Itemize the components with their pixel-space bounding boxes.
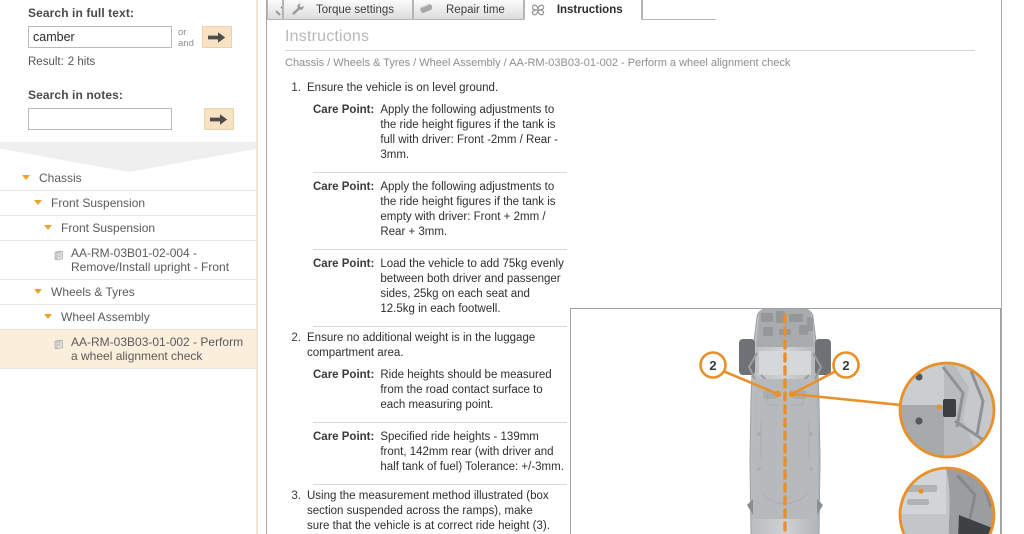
notes-search-submit-button[interactable] bbox=[204, 108, 234, 130]
caret-down-icon[interactable] bbox=[44, 221, 57, 230]
svg-text:2: 2 bbox=[842, 358, 849, 373]
tree-item[interactable]: AA-RM-03B03-01-002 - Perform a wheel ali… bbox=[0, 330, 256, 369]
page-header: Instructions Chassis / Wheels & Tyres / … bbox=[267, 20, 1001, 79]
caret-down-icon[interactable] bbox=[34, 285, 47, 294]
tab-instructions[interactable]: Instructions bbox=[523, 0, 642, 20]
tree-item-label: Front Suspension bbox=[51, 196, 146, 210]
instruction-step: 1. Ensure the vehicle is on level ground.… bbox=[285, 79, 1001, 329]
care-point-text: Apply the following adjustments to the r… bbox=[380, 181, 556, 238]
fulltext-search-input[interactable] bbox=[28, 26, 172, 48]
caret-down-icon[interactable] bbox=[44, 310, 57, 319]
tab-bar-filler bbox=[641, 0, 716, 20]
care-point-label: Care Point: bbox=[313, 181, 375, 193]
result-hits: 2 hits bbox=[67, 56, 96, 68]
step-row: 1. Ensure the vehicle is on level ground. bbox=[285, 79, 1001, 96]
callout-marker: 2 bbox=[699, 351, 727, 379]
tree-item-label: Wheels & Tyres bbox=[51, 285, 135, 299]
step-text: Ensure the vehicle is on level ground. bbox=[307, 82, 499, 94]
notes-search-row bbox=[28, 108, 256, 130]
breadcrumb: Chassis / Wheels & Tyres / Wheel Assembl… bbox=[285, 57, 791, 69]
tab-label: Repair time bbox=[446, 3, 505, 16]
care-point-label: Care Point: bbox=[313, 431, 375, 443]
tree-item-label: AA-RM-03B03-01-002 - Perform a wheel ali… bbox=[71, 335, 244, 363]
tree-item[interactable]: Wheels & Tyres bbox=[0, 280, 256, 305]
care-point-label: Care Point: bbox=[313, 369, 375, 381]
care-point-label: Care Point: bbox=[313, 104, 375, 116]
tree-item-label: AA-RM-03B01-02-004 - Remove/Install upri… bbox=[71, 246, 230, 274]
tab-repair-time[interactable]: Repair time bbox=[413, 0, 524, 20]
search-result-status: Result: 2 hits bbox=[28, 49, 256, 68]
step-number: 3. bbox=[291, 490, 301, 502]
header-divider bbox=[285, 50, 975, 51]
vehicle-underside-diagram: 2 2 bbox=[571, 309, 1000, 534]
tree-item[interactable]: Front Suspension bbox=[0, 191, 256, 216]
caret-down-icon[interactable] bbox=[22, 171, 35, 180]
arrow-right-icon bbox=[210, 113, 228, 126]
tab-label: Torque settings bbox=[316, 3, 394, 16]
care-point-text: Ride heights should be measured from the… bbox=[380, 369, 552, 411]
tree-item[interactable]: AA-RM-03B01-02-004 - Remove/Install upri… bbox=[0, 241, 256, 280]
step-number: 2. bbox=[291, 332, 301, 344]
tree-item-label: Front Suspension bbox=[61, 221, 156, 235]
tree-item[interactable]: Wheel Assembly bbox=[0, 305, 256, 330]
fulltext-search-label: Search in full text: bbox=[28, 6, 135, 20]
tree-item-label: Wheel Assembly bbox=[61, 310, 150, 324]
document-icon bbox=[54, 246, 67, 266]
care-point-group: Care Point: Apply the following adjustmen… bbox=[313, 96, 1001, 327]
tab-overflow-left[interactable] bbox=[267, 0, 283, 20]
tree-item[interactable]: Chassis bbox=[0, 166, 256, 191]
page-title: Instructions bbox=[285, 28, 370, 45]
step-number: 1. bbox=[291, 82, 301, 94]
tab-torque-settings[interactable]: Torque settings bbox=[283, 0, 413, 20]
tab-bar: Torque settings Repair time Instructions bbox=[267, 0, 1001, 20]
application-window: Search in full text: or and Result:2 hit… bbox=[0, 0, 1024, 534]
care-point: Care Point: Apply the following adjustmen… bbox=[313, 96, 567, 173]
and-or-operator-labels: or and bbox=[178, 26, 200, 49]
care-point-text: Apply the following adjustments to the r… bbox=[380, 104, 558, 161]
document-icon bbox=[54, 335, 67, 355]
care-point-text: Specified ride heights - 139mm front, 14… bbox=[380, 431, 564, 473]
care-point: Care Point: Load the vehicle to add 75kg … bbox=[313, 250, 567, 327]
notes-search-panel: Search in notes: bbox=[28, 82, 256, 130]
care-point-label: Care Point: bbox=[313, 258, 375, 270]
caret-down-icon[interactable] bbox=[34, 196, 47, 205]
step-text: Using the measurement method illustrated… bbox=[307, 490, 550, 532]
callout-marker: 2 bbox=[832, 351, 860, 379]
fulltext-search-row: or and bbox=[28, 26, 256, 49]
arrow-right-icon bbox=[208, 31, 226, 44]
care-point-text: Load the vehicle to add 75kg evenly betw… bbox=[380, 258, 564, 315]
navigation-tree: Chassis Front Suspension Front Suspension A… bbox=[0, 166, 256, 369]
figure-panel[interactable]: 2 2 bbox=[570, 308, 1001, 534]
step-text: Ensure no additional weight is in the lu… bbox=[307, 332, 536, 359]
clover-icon bbox=[525, 2, 551, 18]
search-panel: Search in full text: or and Result:2 hit… bbox=[0, 0, 256, 130]
sidebar: Search in full text: or and Result:2 hit… bbox=[0, 0, 258, 534]
wrench-icon bbox=[268, 2, 282, 18]
wrench-icon bbox=[284, 2, 310, 17]
stopwatch-icon bbox=[414, 2, 440, 17]
care-point: Care Point: Specified ride heights - 139m… bbox=[313, 423, 567, 485]
care-point: Care Point: Ride heights should be measur… bbox=[313, 361, 567, 423]
tab-label: Instructions bbox=[556, 3, 623, 16]
tree-item-label: Chassis bbox=[39, 171, 82, 185]
notes-search-input[interactable] bbox=[28, 108, 172, 130]
care-point: Care Point: Apply the following adjustmen… bbox=[313, 173, 567, 250]
result-label: Result: bbox=[28, 56, 64, 68]
and-label: and bbox=[178, 38, 194, 49]
tree-item[interactable]: Front Suspension bbox=[0, 216, 256, 241]
or-label: or bbox=[178, 27, 187, 38]
fulltext-search-submit-button[interactable] bbox=[202, 26, 232, 48]
svg-text:2: 2 bbox=[709, 358, 716, 373]
notes-search-label: Search in notes: bbox=[28, 88, 123, 102]
